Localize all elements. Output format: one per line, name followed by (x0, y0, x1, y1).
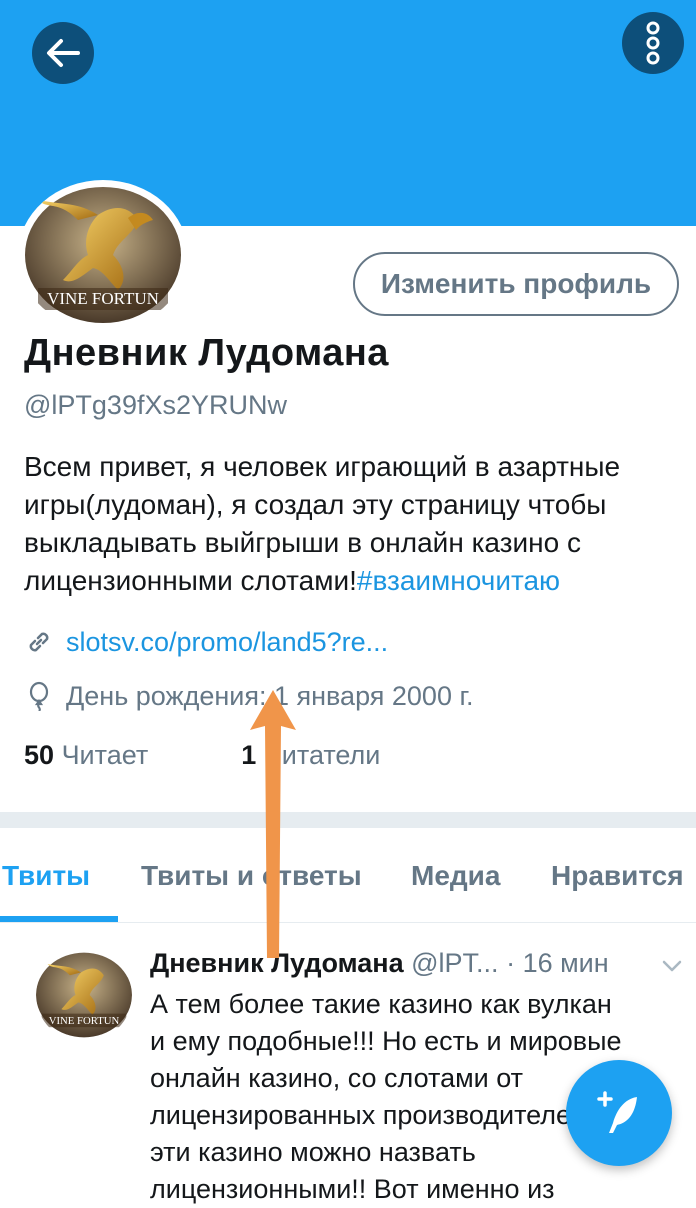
profile-bio: Всем привет, я человек играющий в азартн… (24, 448, 684, 600)
tab-tweets-replies[interactable]: Твиты и ответы (141, 860, 362, 892)
birthday-text: День рождения: 1 января 2000 г. (66, 680, 474, 711)
bio-line: выкладывать выйгрыши в онлайн казино с (24, 527, 581, 558)
profile-name: Дневник Лудомана (24, 332, 389, 374)
arrow-left-icon (47, 39, 80, 67)
tweet-separator: · (506, 948, 516, 978)
more-vertical-icon (646, 21, 660, 65)
tweet-avatar[interactable]: VINE FORTUN (36, 948, 132, 1042)
compose-tweet-button[interactable] (566, 1060, 672, 1166)
svg-text:VINE FORTUN: VINE FORTUN (47, 289, 159, 308)
tweet-line: А тем более такие казино как вулкан (150, 989, 612, 1019)
section-divider (0, 812, 696, 828)
following-label: Читает (61, 740, 149, 770)
compose-tweet-icon (597, 1091, 637, 1133)
followers-count: 1 (241, 740, 257, 770)
bio-text: лицензионными слотами! (24, 565, 357, 596)
link-icon (29, 632, 49, 652)
tab-media[interactable]: Медиа (411, 860, 500, 892)
follow-stats: 50 Читает 1 Читатели (24, 740, 380, 771)
followers-stat[interactable]: 1 Читатели (241, 740, 380, 770)
tweet-author-name: Дневник Лудомана (150, 948, 404, 978)
following-count: 50 (24, 740, 55, 770)
following-stat[interactable]: 50 Читает (24, 740, 148, 770)
tab-tweets[interactable]: Твиты (2, 860, 90, 892)
pegasus-logo-image: VINE FORTUN (36, 952, 132, 1038)
back-button[interactable] (32, 22, 94, 84)
chevron-down-icon[interactable] (660, 954, 684, 978)
tweet-author-handle: @lPT... (411, 948, 499, 978)
tab-likes[interactable]: Нравится (551, 860, 684, 892)
more-options-button[interactable] (622, 12, 684, 74)
balloon-icon (29, 681, 49, 711)
profile-link-row[interactable]: slotsv.co/promo/land5?re... (24, 624, 388, 660)
profile-handle: @lPTg39fXs2YRUNw (24, 390, 287, 420)
bio-hashtag-link[interactable]: #взаимночитаю (357, 565, 560, 596)
bio-line: игры(лудоман), я создал эту страницу что… (24, 489, 607, 520)
svg-text:VINE FORTUN: VINE FORTUN (49, 1015, 120, 1027)
bio-line: Всем привет, я человек играющий в азартн… (24, 451, 621, 482)
edit-profile-button[interactable]: Изменить профиль (353, 252, 679, 316)
tweet-header: Дневник Лудомана @lPT... · 16 мин (150, 948, 609, 979)
pegasus-logo-image: VINE FORTUN (25, 187, 181, 323)
tweet-time: 16 мин (522, 948, 609, 978)
bio-line-last: лицензионными слотами!#взаимночитаю (24, 562, 684, 600)
profile-link[interactable]: slotsv.co/promo/land5?re... (66, 627, 388, 658)
followers-label: Читатели (263, 740, 381, 770)
tweet-line: лицензионными!! Вот именно из (150, 1174, 555, 1204)
birthday-row: День рождения: 1 января 2000 г. (24, 678, 474, 714)
tweet-line: и ему подобные!!! Но есть и мировые (150, 1026, 622, 1056)
profile-avatar[interactable]: VINE FORTUN (18, 180, 188, 330)
profile-tabs: Твиты Твиты и ответы Медиа Нравится (0, 828, 696, 923)
